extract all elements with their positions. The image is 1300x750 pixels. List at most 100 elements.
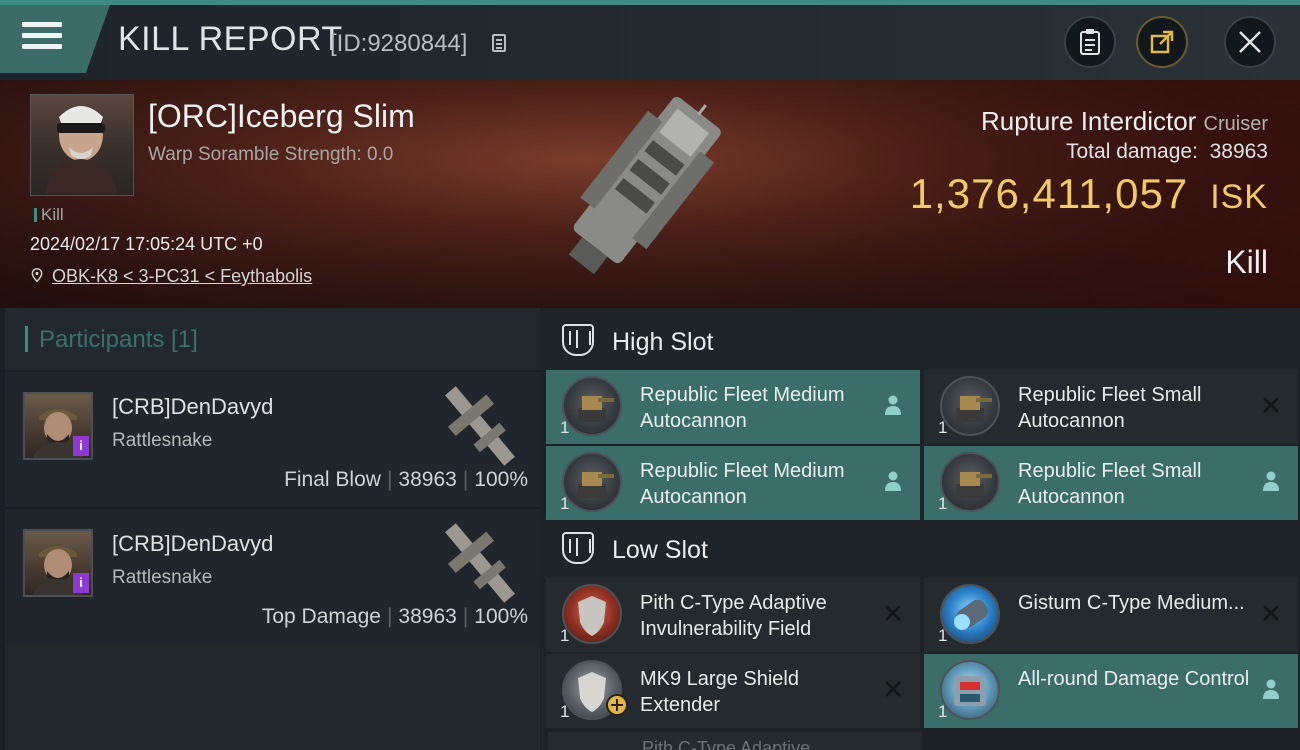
participant-ship-image bbox=[445, 523, 515, 603]
kill-tag: Kill bbox=[34, 205, 64, 225]
module-item[interactable]: 1 Republic Fleet Small Autocannon bbox=[924, 370, 1298, 444]
kill-result: Kill bbox=[1225, 244, 1268, 280]
participant-avatar[interactable]: i bbox=[23, 529, 93, 597]
autocannon-icon bbox=[940, 452, 1000, 512]
x-icon[interactable] bbox=[1260, 394, 1282, 416]
participant-damage: 38963 bbox=[398, 468, 457, 491]
module-name: Republic Fleet Medium Autocannon bbox=[640, 460, 845, 508]
participant-row[interactable]: i [CRB]DenDavyd Rattlesnake Top Damage | 3… bbox=[5, 507, 540, 644]
share-icon bbox=[1150, 30, 1174, 54]
participant-badge: i bbox=[73, 436, 89, 456]
damage-control-icon bbox=[940, 660, 1000, 720]
participant-ship-image bbox=[445, 386, 515, 466]
close-button[interactable] bbox=[1224, 16, 1276, 68]
report-id: [ID:9280844] bbox=[330, 30, 468, 57]
participants-header: Participants [1] bbox=[5, 308, 540, 370]
module-name: Gistum C-Type Medium... bbox=[1018, 592, 1245, 614]
x-icon[interactable] bbox=[882, 602, 904, 624]
victim-ship-image[interactable] bbox=[540, 86, 750, 296]
stats-separator: | bbox=[462, 468, 469, 491]
top-accent-line bbox=[0, 0, 1300, 5]
module-slot-icon bbox=[562, 324, 594, 356]
participant-ship: Rattlesnake bbox=[112, 567, 213, 588]
module-item[interactable]: 1 Gistum C-Type Medium... bbox=[924, 578, 1298, 652]
module-item-partial[interactable]: Pith C-Type Adaptive bbox=[548, 732, 922, 750]
person-icon[interactable] bbox=[884, 470, 902, 492]
module-name: All-round Damage Control bbox=[1018, 668, 1250, 690]
high-slot-header: High Slot bbox=[540, 310, 1300, 370]
autocannon-icon bbox=[562, 452, 622, 512]
hamburger-menu-icon[interactable] bbox=[22, 22, 62, 54]
module-quantity: 1 bbox=[560, 702, 570, 721]
total-damage-label: Total damage: bbox=[1066, 140, 1198, 163]
module-quantity: 1 bbox=[938, 418, 948, 437]
isk-unit: ISK bbox=[1210, 178, 1268, 216]
location-link[interactable]: OBK-K8 < 3-PC31 < Feythabolis bbox=[52, 266, 312, 286]
share-button[interactable] bbox=[1136, 16, 1188, 68]
location-pin-icon bbox=[31, 268, 43, 282]
low-slot-label: Low Slot bbox=[612, 536, 708, 564]
location-row: OBK-K8 < 3-PC31 < Feythabolis bbox=[30, 266, 312, 287]
header-accent-bar bbox=[25, 326, 28, 352]
module-quantity: 1 bbox=[560, 626, 570, 645]
isk-amount: 1,376,411,057 bbox=[909, 170, 1189, 217]
low-slot-header: Low Slot bbox=[540, 518, 1300, 578]
autocannon-icon bbox=[940, 376, 1000, 436]
victim-name[interactable]: [ORC]Iceberg Slim bbox=[148, 98, 415, 135]
module-quantity: 1 bbox=[938, 702, 948, 721]
participant-badge: i bbox=[73, 573, 89, 593]
participant-stats: Final Blow | 38963 | 100% bbox=[284, 468, 528, 492]
person-icon[interactable] bbox=[1262, 470, 1280, 492]
kill-summary-banner: [ORC]Iceberg Slim Warp Soramble Strength… bbox=[0, 80, 1300, 308]
stats-separator: | bbox=[386, 468, 393, 491]
total-damage: Total damage: 38963 bbox=[1066, 140, 1268, 164]
autocannon-icon bbox=[562, 376, 622, 436]
participants-label: Participants [1] bbox=[39, 326, 198, 353]
module-item[interactable]: 1 Republic Fleet Medium Autocannon bbox=[546, 370, 920, 444]
high-slot-label: High Slot bbox=[612, 328, 714, 356]
participant-name[interactable]: [CRB]DenDavyd bbox=[112, 394, 273, 420]
kill-datetime: 2024/02/17 17:05:24 UTC +0 bbox=[30, 234, 263, 254]
participant-damage: 38963 bbox=[398, 605, 457, 628]
stats-separator: | bbox=[462, 605, 469, 628]
person-icon[interactable] bbox=[884, 394, 902, 416]
participant-avatar[interactable]: i bbox=[23, 392, 93, 460]
ship-class: Cruiser bbox=[1203, 113, 1268, 135]
participant-percent: 100% bbox=[474, 468, 528, 491]
warp-scramble-strength: Warp Soramble Strength: 0.0 bbox=[148, 144, 394, 165]
module-quantity: 1 bbox=[938, 494, 948, 513]
victim-portrait[interactable] bbox=[30, 94, 134, 196]
copy-icon[interactable] bbox=[492, 34, 506, 52]
isk-value: 1,376,411,057 ISK bbox=[910, 170, 1268, 218]
participant-role: Final Blow bbox=[284, 468, 381, 491]
module-name: MK9 Large Shield Extender bbox=[640, 668, 799, 716]
module-item[interactable]: 1 Republic Fleet Medium Autocannon bbox=[546, 446, 920, 520]
victim-ship[interactable]: Rupture Interdictor Cruiser bbox=[981, 106, 1268, 137]
participant-role: Top Damage bbox=[261, 605, 381, 628]
module-name: Republic Fleet Small Autocannon bbox=[1018, 460, 1202, 508]
module-name: Republic Fleet Medium Autocannon bbox=[640, 384, 845, 432]
module-item[interactable]: 1 MK9 Large Shield Extender bbox=[546, 654, 920, 728]
person-icon[interactable] bbox=[1262, 678, 1280, 700]
module-name: Republic Fleet Small Autocannon bbox=[1018, 384, 1202, 432]
module-quantity: 1 bbox=[938, 626, 948, 645]
close-icon bbox=[1239, 31, 1261, 53]
module-item[interactable]: 1 All-round Damage Control bbox=[924, 654, 1298, 728]
total-damage-value: 38963 bbox=[1209, 140, 1268, 163]
module-item[interactable]: 1 Republic Fleet Small Autocannon bbox=[924, 446, 1298, 520]
x-icon[interactable] bbox=[1260, 602, 1282, 624]
capacitor-module-icon bbox=[940, 584, 1000, 644]
module-slot-icon bbox=[562, 532, 594, 564]
x-icon[interactable] bbox=[882, 678, 904, 700]
module-name: Pith C-Type Adaptive bbox=[642, 738, 811, 750]
stats-separator: | bbox=[386, 605, 393, 628]
participants-panel: Participants [1] i [CRB]DenDavyd Rattles… bbox=[5, 308, 540, 750]
module-name: Pith C-Type Adaptive Invulnerability Fie… bbox=[640, 592, 827, 640]
participant-name[interactable]: [CRB]DenDavyd bbox=[112, 531, 273, 557]
module-quantity: 1 bbox=[560, 494, 570, 513]
participant-stats: Top Damage | 38963 | 100% bbox=[262, 605, 528, 629]
participant-row[interactable]: i [CRB]DenDavyd Rattlesnake Final Blow | 3… bbox=[5, 370, 540, 507]
participant-ship: Rattlesnake bbox=[112, 430, 213, 451]
clipboard-button[interactable] bbox=[1064, 16, 1116, 68]
module-item[interactable]: 1 Pith C-Type Adaptive Invulnerability F… bbox=[546, 578, 920, 652]
